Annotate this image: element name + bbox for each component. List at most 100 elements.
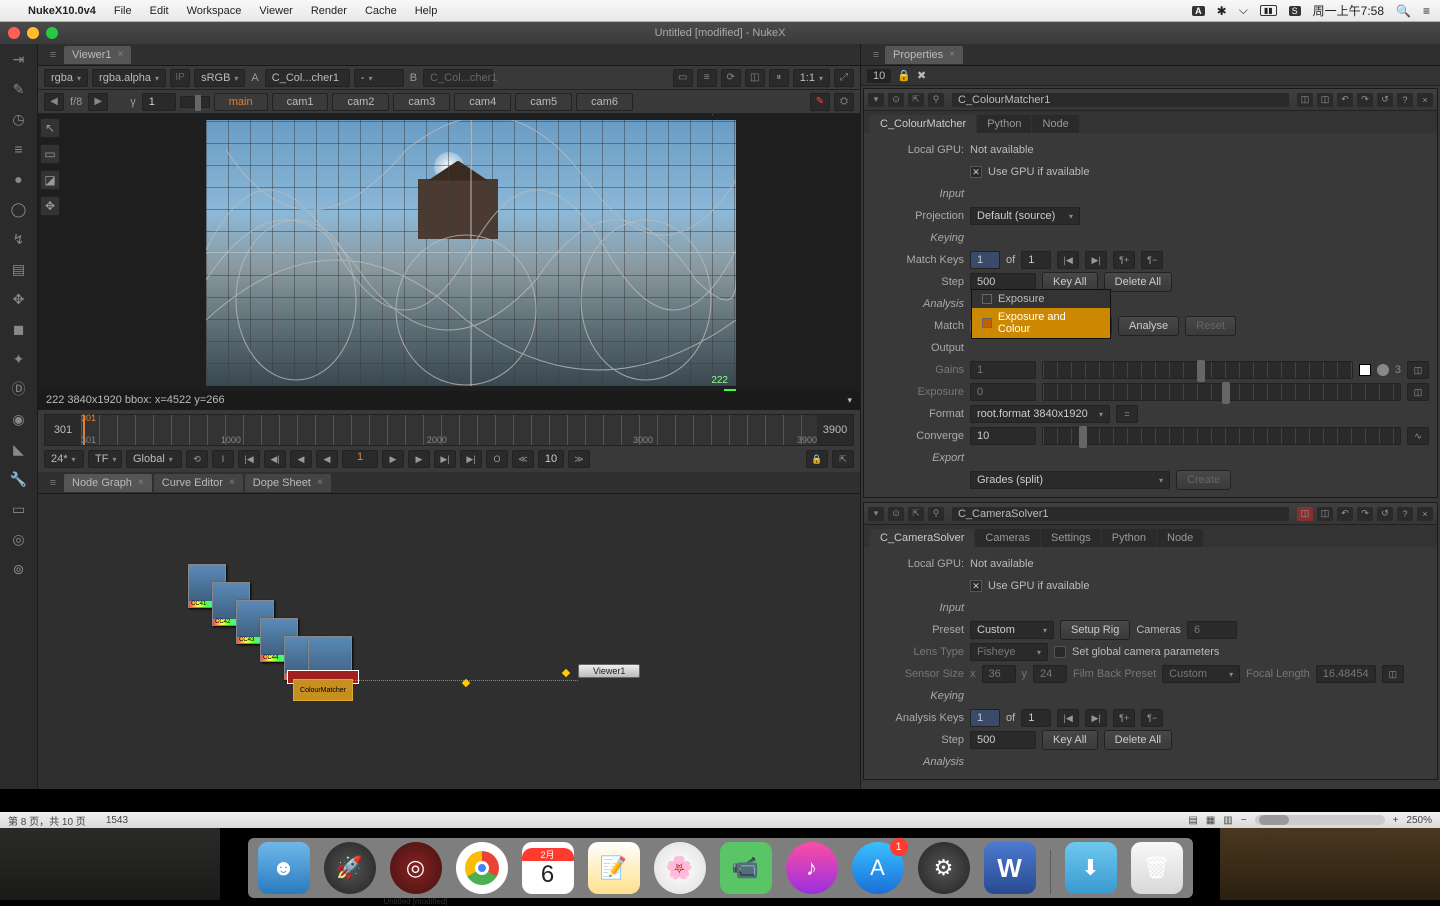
filmback-select[interactable]: Custom xyxy=(1162,665,1240,683)
timeline-start-input[interactable]: 301 xyxy=(45,415,81,445)
projection-select[interactable]: Default (source) xyxy=(970,207,1080,225)
tool-wrench-icon[interactable]: 🔧 xyxy=(10,470,28,488)
input-a-input-select[interactable]: - xyxy=(354,69,404,87)
setuprig-button[interactable]: Setup Rig xyxy=(1060,620,1130,640)
exposure-slider[interactable] xyxy=(1042,383,1401,401)
notification-center-icon[interactable]: ≡ xyxy=(1423,4,1430,18)
usegpu-checkbox[interactable]: ✕ xyxy=(970,166,982,178)
battery-icon[interactable]: ▮▮ xyxy=(1260,5,1277,16)
keyall-button[interactable]: Key All xyxy=(1042,730,1098,750)
tab-colourmatcher[interactable]: C_ColourMatcher xyxy=(870,115,976,133)
close-icon[interactable]: × xyxy=(138,477,144,488)
view-mode-icon[interactable]: ▤ xyxy=(1188,815,1197,826)
dropdown-option-exposure[interactable]: Exposure xyxy=(972,290,1110,308)
viewer-canvas[interactable]: 3840,1920 222 xyxy=(38,114,860,391)
expand-icon[interactable]: ⤢ xyxy=(834,69,854,87)
dock-trash-icon[interactable]: 🗑 xyxy=(1131,842,1183,894)
setglobal-checkbox[interactable] xyxy=(1054,646,1066,658)
menu-help[interactable]: Help xyxy=(415,5,438,17)
revert-icon[interactable]: ↺ xyxy=(1377,93,1393,107)
next-fstop-button[interactable]: ▶ xyxy=(88,93,108,111)
converge-slider[interactable] xyxy=(1042,427,1401,445)
out-point-button[interactable]: O xyxy=(486,450,508,468)
next-key-icon[interactable]: ▶| xyxy=(1085,251,1107,269)
dock-appstore-icon[interactable]: A1 xyxy=(852,842,904,894)
undo-icon[interactable]: ↶ xyxy=(1337,93,1353,107)
sync-icon[interactable]: ⟲ xyxy=(186,450,208,468)
layout-icon[interactable]: ▭ xyxy=(673,69,693,87)
menu-file[interactable]: File xyxy=(114,5,132,17)
cam3-tab[interactable]: cam3 xyxy=(393,93,450,111)
cam-main-tab[interactable]: main xyxy=(214,93,268,111)
collapse-icon[interactable]: ▾ xyxy=(868,93,884,107)
cameras-input[interactable]: 6 xyxy=(1187,621,1237,639)
clear-icon[interactable]: ✖ xyxy=(917,69,926,82)
tool-cube-icon[interactable]: ◼ xyxy=(10,320,28,338)
lock-icon[interactable]: 🔒 xyxy=(897,69,911,82)
settings-icon[interactable]: ⛭ xyxy=(834,93,854,111)
matchkeys-current-input[interactable]: 1 xyxy=(970,251,1000,269)
dock-photos-icon[interactable]: 🌸 xyxy=(654,842,706,894)
menu-app-name[interactable]: NukeX10.0v4 xyxy=(28,5,96,17)
curve-editor-tab[interactable]: Curve Editor× xyxy=(154,474,243,492)
nodegraph-tab[interactable]: Node Graph× xyxy=(64,474,152,492)
tab-camerasolver[interactable]: C_CameraSolver xyxy=(870,529,974,547)
timeline-ruler[interactable]: 301 301 301 1000 2000 3000 3900 3900 xyxy=(44,414,854,446)
prev-fstop-button[interactable]: ◀ xyxy=(44,93,64,111)
zoom-out-button[interactable]: − xyxy=(1241,815,1247,826)
pin-icon[interactable]: ⚲ xyxy=(928,93,944,107)
reset-button[interactable]: Reset xyxy=(1185,316,1236,336)
tool-brush-icon[interactable]: ✎ xyxy=(10,80,28,98)
tool-drive-icon[interactable]: ▭ xyxy=(10,500,28,518)
pane-menu-icon[interactable]: ≡ xyxy=(44,49,62,61)
converge-input[interactable]: 10 xyxy=(970,427,1036,445)
analysiskeys-current-input[interactable]: 1 xyxy=(970,709,1000,727)
ip-button[interactable]: IP xyxy=(170,69,190,87)
dock-nuke-icon[interactable]: ◎Untitled [modified] xyxy=(390,842,442,894)
timeline-end-input[interactable]: 3900 xyxy=(817,415,853,445)
pane-menu-icon[interactable]: ≡ xyxy=(44,477,62,489)
center-icon[interactable]: ⊙ xyxy=(888,507,904,521)
tool-list-icon[interactable]: ≡ xyxy=(10,140,28,158)
tool-ring-icon[interactable]: ◯ xyxy=(10,200,28,218)
dock-notes-icon[interactable]: 📝 xyxy=(588,842,640,894)
current-frame-input[interactable]: 1 xyxy=(342,450,378,468)
play-back-button[interactable]: ◀ xyxy=(316,450,338,468)
stack-icon[interactable]: ≡ xyxy=(697,69,717,87)
viewer-tab[interactable]: Viewer1 × xyxy=(64,46,131,64)
next-key-icon[interactable]: ▶| xyxy=(1085,709,1107,727)
word-count[interactable]: 1543 xyxy=(106,815,128,826)
spotlight-icon[interactable]: 🔍 xyxy=(1396,4,1411,18)
window-icon[interactable]: ◫ xyxy=(1297,507,1313,521)
go-end-button[interactable]: ▶| xyxy=(460,450,482,468)
cam2-tab[interactable]: cam2 xyxy=(332,93,389,111)
gamma-slider[interactable] xyxy=(180,96,210,108)
tool-move-icon[interactable]: ✥ xyxy=(10,290,28,308)
focal-input[interactable]: 16.48454 xyxy=(1316,665,1376,683)
cam5-tab[interactable]: cam5 xyxy=(515,93,572,111)
wifi-icon[interactable]: ⌵ xyxy=(1239,3,1248,18)
format-link-icon[interactable]: = xyxy=(1116,405,1138,423)
help-icon[interactable]: ? xyxy=(1397,93,1413,107)
dock-facetime-icon[interactable]: 📹 xyxy=(720,842,772,894)
play-forward-button[interactable]: ▶ xyxy=(382,450,404,468)
add-key-icon[interactable]: ¶+ xyxy=(1113,709,1135,727)
close-icon[interactable]: × xyxy=(118,49,124,60)
page-indicator[interactable]: 第 8 页，共 10 页 xyxy=(8,813,86,828)
prev-key-button[interactable]: ◀| xyxy=(264,450,286,468)
menu-render[interactable]: Render xyxy=(311,5,347,17)
in-point-button[interactable]: I xyxy=(212,450,234,468)
menu-workspace[interactable]: Workspace xyxy=(187,5,242,17)
tool-spark-icon[interactable]: ✦ xyxy=(10,350,28,368)
gains-slider[interactable] xyxy=(1042,361,1353,379)
exposure-split-icon[interactable]: ◫ xyxy=(1407,383,1429,401)
fps-select[interactable]: 24* xyxy=(44,450,84,468)
step-input[interactable]: 500 xyxy=(970,731,1036,749)
menubar-clock[interactable]: 周一上午7:58 xyxy=(1313,2,1384,19)
view-mode-icon[interactable]: ▦ xyxy=(1206,815,1215,826)
tool-d-icon[interactable]: Ⓓ xyxy=(10,380,28,398)
export-timeline-icon[interactable]: ⇱ xyxy=(832,450,854,468)
region-icon[interactable]: ◫ xyxy=(745,69,765,87)
sensor-x-input[interactable]: 36 xyxy=(982,665,1016,683)
cam1-tab[interactable]: cam1 xyxy=(272,93,329,111)
